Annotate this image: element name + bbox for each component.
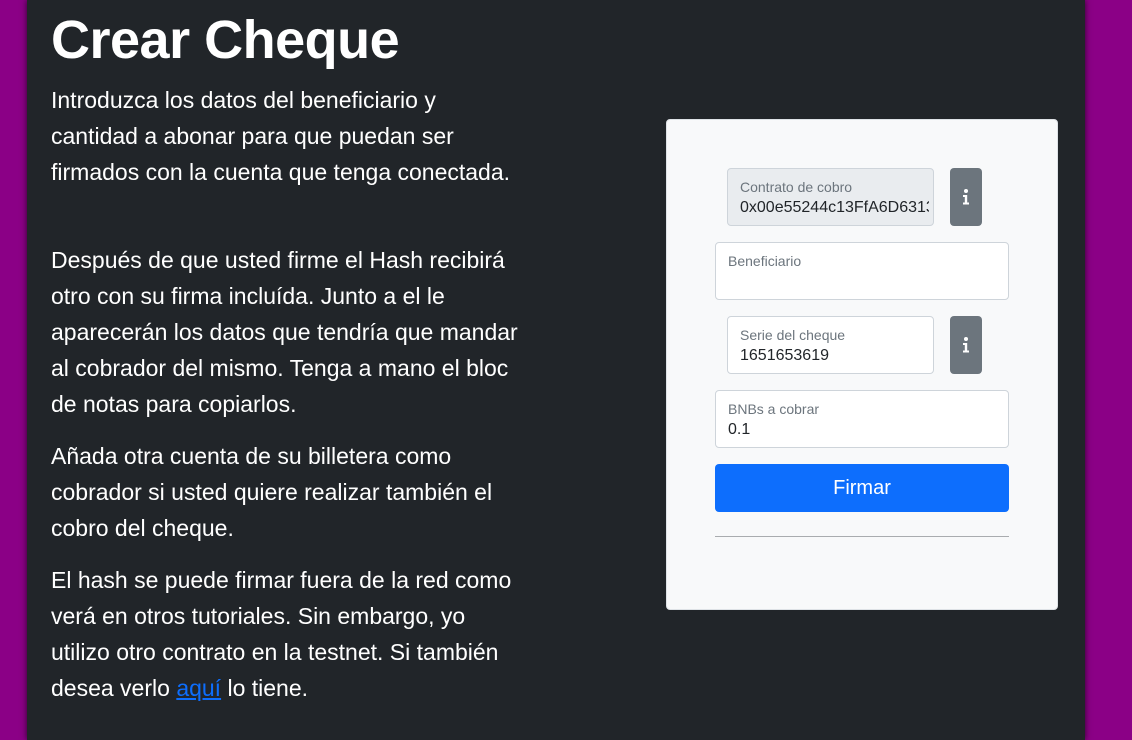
amount-label: BNBs a cobrar bbox=[728, 401, 820, 417]
beneficiary-label: Beneficiario bbox=[728, 253, 802, 269]
info-icon bbox=[963, 337, 969, 353]
hash-paragraph: Después de que usted firme el Hash recib… bbox=[51, 247, 518, 417]
serial-field[interactable]: Serie del cheque 1651653619 bbox=[727, 316, 934, 374]
contract-info-button[interactable] bbox=[950, 168, 982, 226]
intro-paragraph: Introduzca los datos del beneficiario y … bbox=[51, 87, 511, 185]
divider bbox=[715, 536, 1009, 537]
info-icon bbox=[963, 189, 969, 205]
beneficiary-field[interactable]: Beneficiario bbox=[715, 242, 1009, 300]
amount-value[interactable]: 0.1 bbox=[728, 421, 1004, 439]
contract-label: Contrato de cobro bbox=[740, 179, 853, 195]
page-title: Crear Cheque bbox=[51, 10, 400, 70]
amount-field[interactable]: BNBs a cobrar 0.1 bbox=[715, 390, 1009, 448]
account-paragraph: Añada otra cuenta de su billetera como c… bbox=[51, 443, 493, 541]
here-link[interactable]: aquí bbox=[176, 675, 221, 701]
testnet-paragraph: El hash se puede firmar fuera de la red … bbox=[51, 562, 526, 706]
serial-info-button[interactable] bbox=[950, 316, 982, 374]
contract-field: Contrato de cobro 0x00e55244c13FfA6D6313 bbox=[727, 168, 934, 226]
serial-label: Serie del cheque bbox=[740, 327, 846, 343]
testnet-text-after: lo tiene. bbox=[221, 675, 309, 701]
serial-value[interactable]: 1651653619 bbox=[740, 347, 929, 365]
sign-button[interactable]: Firmar bbox=[715, 464, 1009, 512]
contract-value: 0x00e55244c13FfA6D6313 bbox=[740, 199, 929, 216]
